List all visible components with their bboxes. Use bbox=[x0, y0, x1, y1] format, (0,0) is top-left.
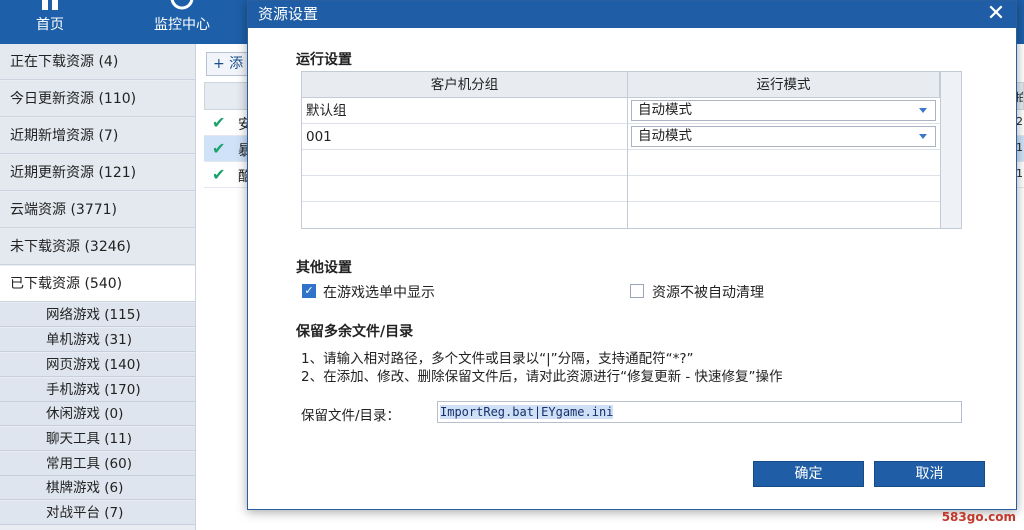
mode-select-value: 自动模式 bbox=[638, 128, 692, 144]
table-scrollbar[interactable] bbox=[940, 72, 961, 228]
empty-row bbox=[302, 202, 940, 228]
nav-home[interactable]: 首页 bbox=[22, 0, 78, 44]
column-header-mode: 运行模式 bbox=[628, 72, 940, 98]
sidebar-subitem-board-games[interactable]: 棋牌游戏 (6) bbox=[0, 476, 195, 500]
retain-files-value: ImportReg.bat|EYgame.ini bbox=[440, 405, 614, 419]
retain-files-input[interactable]: ImportReg.bat|EYgame.ini bbox=[437, 401, 962, 423]
nav-home-label: 首页 bbox=[36, 17, 64, 33]
retain-files-title: 保留多余文件/目录 bbox=[296, 324, 414, 340]
chevron-down-icon bbox=[919, 134, 927, 139]
run-settings-title: 运行设置 bbox=[296, 52, 352, 68]
sidebar-item-today-updated[interactable]: 今日更新资源 (110) bbox=[0, 81, 195, 117]
group-name: 001 bbox=[302, 124, 628, 150]
no-auto-clean-checkbox[interactable] bbox=[630, 284, 644, 298]
other-settings-title: 其他设置 bbox=[296, 260, 352, 276]
sidebar-subitem-mobile-games[interactable]: 手机游戏 (170) bbox=[0, 378, 195, 402]
mode-select[interactable]: 自动模式 bbox=[631, 100, 936, 121]
sidebar-subitem-web-games[interactable]: 网页游戏 (140) bbox=[0, 353, 195, 377]
sidebar-subitem-online-games[interactable]: 网络游戏 (115) bbox=[0, 303, 195, 327]
cancel-button[interactable]: 取消 bbox=[874, 461, 985, 487]
dialog-title: 资源设置 bbox=[248, 1, 1016, 28]
mode-select[interactable]: 自动模式 bbox=[631, 126, 936, 147]
sidebar-item-downloaded[interactable]: 已下载资源 (540) bbox=[0, 266, 195, 302]
sidebar-item-not-downloaded[interactable]: 未下载资源 (3246) bbox=[0, 229, 195, 265]
table-row[interactable]: 001 自动模式 bbox=[302, 124, 940, 150]
sidebar-subitem-common-tools[interactable]: 常用工具 (60) bbox=[0, 452, 195, 476]
check-icon: ✔ bbox=[212, 113, 226, 132]
row-right-cut: 2 bbox=[1016, 115, 1023, 128]
sidebar-subitem-casual-games[interactable]: 休闲游戏 (0) bbox=[0, 402, 195, 426]
show-in-menu-checkbox[interactable]: ✓ bbox=[302, 284, 316, 298]
no-auto-clean-label: 资源不被自动清理 bbox=[652, 285, 764, 301]
check-icon: ✔ bbox=[212, 165, 226, 184]
column-header-group: 客户机分组 bbox=[302, 72, 628, 98]
row-right-cut: 1 bbox=[1016, 141, 1023, 154]
show-in-menu-label: 在游戏选单中显示 bbox=[323, 285, 435, 301]
sidebar-subitem-chat-tools[interactable]: 聊天工具 (11) bbox=[0, 427, 195, 451]
run-settings-table: 客户机分组 运行模式 默认组 自动模式 001 自动模式 bbox=[301, 71, 962, 229]
close-icon[interactable]: ✕ bbox=[984, 2, 1008, 26]
chevron-down-icon bbox=[919, 108, 927, 113]
resource-settings-dialog: 资源设置 ✕ 运行设置 客户机分组 运行模式 默认组 自动模式 001 自动模式 bbox=[247, 0, 1017, 510]
empty-row bbox=[302, 150, 940, 176]
sidebar-item-recent-updated[interactable]: 近期更新资源 (121) bbox=[0, 155, 195, 191]
retain-files-label: 保留文件/目录： bbox=[301, 408, 401, 424]
check-icon: ✔ bbox=[212, 139, 226, 158]
note-line-1: 1、请输入相对路径，多个文件或目录以“|”分隔，支持通配符“*?” bbox=[301, 351, 694, 367]
watermark: 583go.com bbox=[941, 510, 1016, 524]
table-row[interactable]: 默认组 自动模式 bbox=[302, 98, 940, 124]
sidebar-item-cloud[interactable]: 云端资源 (3771) bbox=[0, 192, 195, 228]
sidebar-subitem-battle-platform[interactable]: 对战平台 (7) bbox=[0, 501, 195, 525]
sidebar: 正在下载资源 (4) 今日更新资源 (110) 近期新增资源 (7) 近期更新资… bbox=[0, 44, 196, 530]
note-line-2: 2、在添加、修改、删除保留文件后，请对此资源进行“修复更新 - 快速修复”操作 bbox=[301, 369, 783, 385]
row-right-cut: 1 bbox=[1016, 167, 1023, 180]
ok-button[interactable]: 确定 bbox=[753, 461, 864, 487]
sidebar-item-downloading[interactable]: 正在下载资源 (4) bbox=[0, 44, 195, 80]
nav-monitor[interactable]: 监控中心 bbox=[140, 0, 224, 44]
empty-row bbox=[302, 176, 940, 202]
sidebar-subitem-single-games[interactable]: 单机游戏 (31) bbox=[0, 328, 195, 352]
sidebar-item-recent-added[interactable]: 近期新增资源 (7) bbox=[0, 118, 195, 154]
mode-select-value: 自动模式 bbox=[638, 102, 692, 118]
nav-monitor-label: 监控中心 bbox=[154, 17, 210, 33]
group-name: 默认组 bbox=[302, 98, 628, 124]
